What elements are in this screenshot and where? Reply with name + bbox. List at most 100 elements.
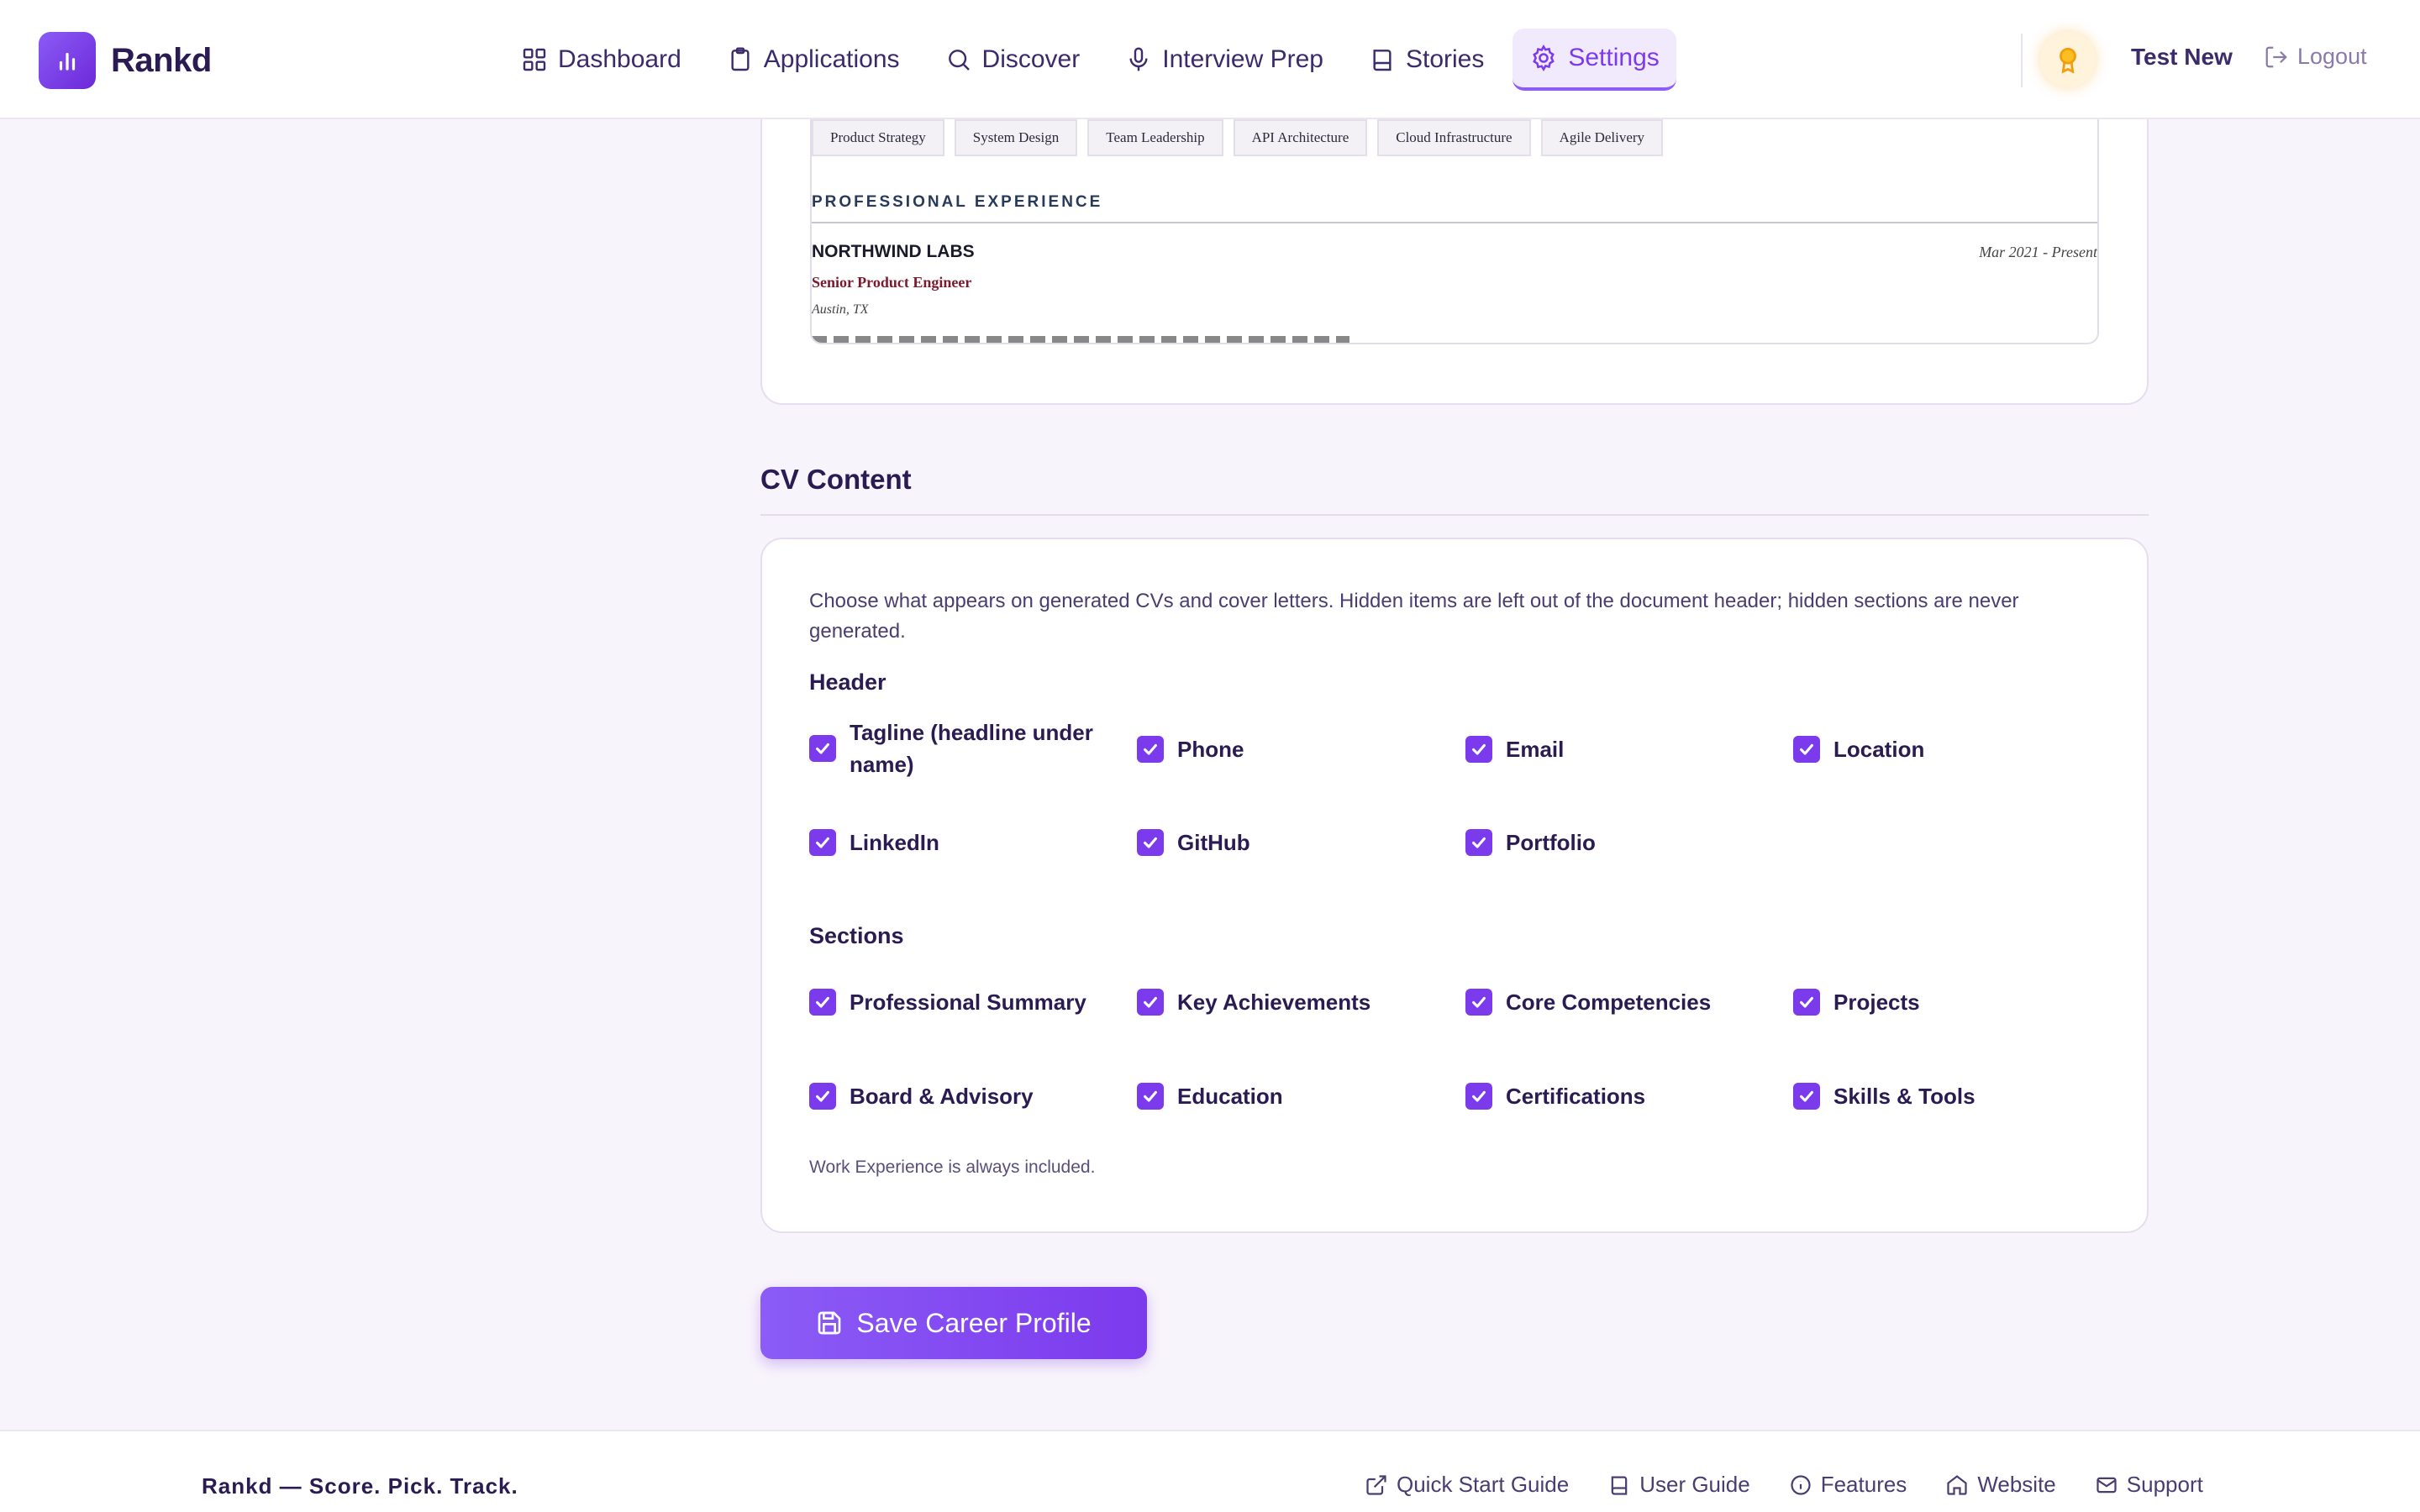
logout-button[interactable]: Logout bbox=[2264, 44, 2367, 70]
option-label: Key Achievements bbox=[1177, 990, 1371, 1015]
option-certifications[interactable]: Certifications bbox=[1465, 1080, 1645, 1112]
doc-role: Senior Product Engineer bbox=[812, 274, 972, 291]
footer-link-user-guide[interactable]: User Guide bbox=[1607, 1472, 1750, 1498]
cv-content-description: Choose what appears on generated CVs and… bbox=[809, 590, 2019, 643]
save-career-profile-button[interactable]: Save Career Profile bbox=[760, 1287, 1147, 1359]
option-label: GitHub bbox=[1177, 830, 1250, 855]
gear-icon bbox=[1533, 45, 1555, 71]
option-board-advisory[interactable]: Board & Advisory bbox=[809, 1080, 1034, 1112]
logout-icon bbox=[2265, 46, 2287, 67]
user-badge[interactable] bbox=[2040, 32, 2096, 87]
option-label: Board & Advisory bbox=[850, 1084, 1034, 1109]
footer-link-label: Features bbox=[1820, 1472, 1907, 1497]
checkbox-checked-icon[interactable] bbox=[1465, 989, 1492, 1016]
footer-link-label: Quick Start Guide bbox=[1397, 1472, 1570, 1497]
nav-item-interview-prep[interactable]: Interview Prep bbox=[1108, 29, 1340, 91]
option-label: Tagline (headline under name) bbox=[850, 720, 1093, 777]
nav-item-applications[interactable]: Applications bbox=[710, 29, 917, 91]
footer-links: Quick Start Guide User Guide Features We… bbox=[1365, 1472, 2242, 1498]
external-link-icon bbox=[1366, 1474, 1386, 1495]
checkbox-checked-icon[interactable] bbox=[809, 735, 836, 762]
nav-item-label: Stories bbox=[1405, 45, 1485, 73]
option-linkedin[interactable]: LinkedIn bbox=[809, 827, 939, 858]
option-portfolio[interactable]: Portfolio bbox=[1465, 827, 1596, 858]
footer: Rankd — Score. Pick. Track. Quick Start … bbox=[0, 1430, 2420, 1512]
checkbox-checked-icon[interactable] bbox=[1465, 829, 1492, 856]
checkbox-checked-icon[interactable] bbox=[1137, 1083, 1164, 1110]
skill-chip: Cloud Infrastructure bbox=[1377, 119, 1531, 156]
doc-location: Austin, TX bbox=[812, 302, 869, 317]
mail-icon bbox=[2096, 1477, 2117, 1493]
footer-link-label: Website bbox=[1977, 1472, 2056, 1497]
skill-chip: Team Leadership bbox=[1087, 119, 1223, 156]
checkbox-checked-icon[interactable] bbox=[1465, 1083, 1492, 1110]
skill-chip: API Architecture bbox=[1233, 119, 1368, 156]
option-key-achievements[interactable]: Key Achievements bbox=[1137, 986, 1370, 1018]
checkbox-checked-icon[interactable] bbox=[1793, 1083, 1820, 1110]
option-label: Certifications bbox=[1506, 1084, 1646, 1109]
checkbox-checked-icon[interactable] bbox=[809, 989, 836, 1016]
grid-icon bbox=[523, 48, 546, 71]
cv-content-title: CV Content bbox=[760, 464, 912, 495]
info-icon bbox=[1791, 1474, 1811, 1495]
home-icon bbox=[1947, 1474, 1967, 1495]
doc-company: NORTHWIND LABS bbox=[812, 242, 975, 261]
option-label: Education bbox=[1177, 1084, 1283, 1109]
option-label: Professional Summary bbox=[850, 990, 1086, 1015]
option-skills-tools[interactable]: Skills & Tools bbox=[1793, 1080, 1975, 1112]
option-tagline[interactable]: Tagline (headline under name) bbox=[809, 717, 1095, 780]
nav-item-label: Applications bbox=[763, 45, 900, 73]
nav-item-dashboard[interactable]: Dashboard bbox=[504, 29, 698, 91]
main-nav: Dashboard Applications Discover Intervie… bbox=[504, 29, 1688, 91]
book-icon bbox=[1611, 1476, 1628, 1495]
cv-document-preview: Product Strategy System Design Team Lead… bbox=[810, 119, 2099, 344]
checkbox-checked-icon[interactable] bbox=[1137, 829, 1164, 856]
option-location[interactable]: Location bbox=[1793, 733, 1924, 765]
skill-chip: Product Strategy bbox=[812, 119, 944, 156]
option-core-competencies[interactable]: Core Competencies bbox=[1465, 986, 1711, 1018]
option-projects[interactable]: Projects bbox=[1793, 986, 1920, 1018]
footer-link-website[interactable]: Website bbox=[1945, 1472, 2056, 1498]
footer-link-support[interactable]: Support bbox=[2095, 1472, 2203, 1498]
doc-section-heading: PROFESSIONAL EXPERIENCE bbox=[812, 193, 1103, 211]
checkbox-checked-icon[interactable] bbox=[1793, 989, 1820, 1016]
option-phone[interactable]: Phone bbox=[1137, 733, 1244, 765]
brand-name: Rankd bbox=[111, 41, 212, 79]
top-navigation-bar: Rankd Dashboard Applications Discover In… bbox=[0, 0, 2420, 119]
section-divider bbox=[760, 514, 2149, 516]
checkbox-checked-icon[interactable] bbox=[1793, 736, 1820, 763]
checkbox-checked-icon[interactable] bbox=[1137, 736, 1164, 763]
nav-item-settings[interactable]: Settings bbox=[1512, 29, 1676, 91]
microphone-icon bbox=[1129, 47, 1148, 71]
option-label: LinkedIn bbox=[850, 830, 939, 855]
user-name[interactable]: Test New bbox=[2131, 44, 2233, 71]
skill-chip: Agile Delivery bbox=[1540, 119, 1664, 156]
nav-item-stories[interactable]: Stories bbox=[1352, 29, 1501, 91]
option-professional-summary[interactable]: Professional Summary bbox=[809, 986, 1086, 1018]
doc-dates: Mar 2021 - Present bbox=[1979, 244, 2097, 260]
doc-divider bbox=[812, 222, 2097, 223]
skill-chip: System Design bbox=[954, 119, 1078, 156]
checkbox-checked-icon[interactable] bbox=[1465, 736, 1492, 763]
option-label: Location bbox=[1833, 737, 1925, 762]
doc-bullet-cutoff bbox=[812, 336, 1349, 343]
footer-link-features[interactable]: Features bbox=[1789, 1472, 1907, 1498]
option-github[interactable]: GitHub bbox=[1137, 827, 1250, 858]
nav-item-label: Discover bbox=[981, 45, 1081, 73]
checkbox-checked-icon[interactable] bbox=[809, 829, 836, 856]
option-label: Projects bbox=[1833, 990, 1920, 1015]
brand[interactable]: Rankd bbox=[39, 32, 212, 89]
option-email[interactable]: Email bbox=[1465, 733, 1564, 765]
option-label: Core Competencies bbox=[1506, 990, 1712, 1015]
footer-tagline: Rankd — Score. Pick. Track. bbox=[202, 1473, 518, 1499]
nav-item-discover[interactable]: Discover bbox=[929, 29, 1097, 91]
checkbox-checked-icon[interactable] bbox=[809, 1083, 836, 1110]
checkbox-checked-icon[interactable] bbox=[1137, 989, 1164, 1016]
option-label: Phone bbox=[1177, 737, 1244, 762]
footer-link-quick-start[interactable]: Quick Start Guide bbox=[1365, 1472, 1569, 1498]
floppy-disk-icon bbox=[818, 1311, 841, 1335]
save-button-label: Save Career Profile bbox=[856, 1307, 1092, 1338]
nav-divider bbox=[2021, 34, 2023, 87]
option-education[interactable]: Education bbox=[1137, 1080, 1283, 1112]
skills-chips: Product Strategy System Design Team Lead… bbox=[812, 119, 1673, 156]
